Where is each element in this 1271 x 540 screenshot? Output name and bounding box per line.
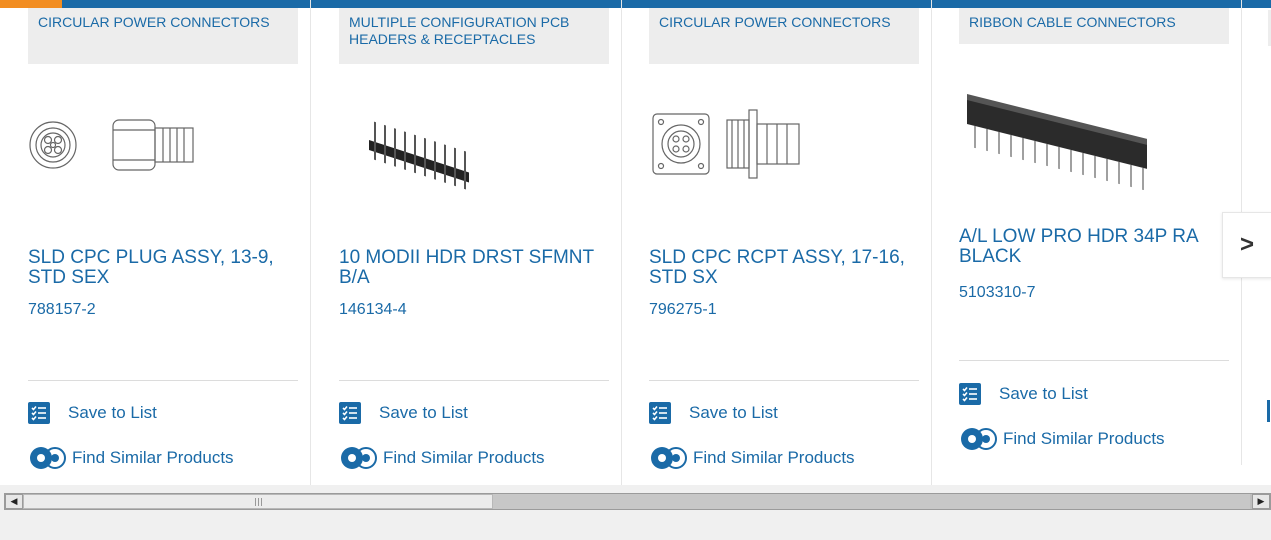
save-to-list-button[interactable]: Save to List — [649, 402, 778, 424]
find-similar-button[interactable]: Find Similar Products — [339, 446, 545, 470]
category-label[interactable]: MULTIPLE CONFIGURATION PCB HEADERS & REC… — [339, 8, 609, 64]
product-card: RIBBON CABLE CONNECTORS A/L LOW PRO HDR … — [931, 0, 1242, 465]
checklist-icon — [339, 402, 361, 424]
chevron-right-icon: > — [1239, 231, 1254, 258]
product-card: MULTIPLE CONFIGURATION PCB HEADERS & REC… — [311, 0, 622, 485]
gears-icon — [959, 427, 999, 451]
ribbon-header-image[interactable] — [959, 70, 1229, 191]
part-number[interactable]: 146134-4 — [339, 301, 407, 319]
similar-label: Find Similar Products — [383, 448, 545, 467]
save-label: Save to List — [68, 403, 157, 422]
product-card: CIRCULAR POWER CONNECTORS SLD CPC PLUG A… — [0, 0, 311, 485]
carousel-next-button[interactable]: > — [1222, 212, 1271, 278]
part-number[interactable]: 788157-2 — [28, 301, 96, 319]
product-title[interactable]: A/L LOW PRO HDR 34P RA BLACK — [959, 227, 1229, 267]
save-label: Save to List — [379, 403, 468, 422]
save-to-list-button[interactable]: Save to List — [339, 402, 468, 424]
similar-label: Find Similar Products — [693, 448, 855, 467]
scrollbar-thumb[interactable] — [23, 494, 493, 509]
category-label[interactable]: CIRCULAR POWER CONNECTORS — [28, 8, 298, 64]
checklist-icon — [28, 402, 50, 424]
save-to-list-button[interactable]: Save to List — [28, 402, 157, 424]
grip-icon — [254, 497, 262, 506]
save-label: Save to List — [689, 403, 778, 422]
horizontal-scrollbar[interactable]: ◀ ▶ — [4, 493, 1271, 510]
pin-header-image[interactable] — [339, 90, 609, 200]
category-label[interactable]: RIBBON CABLE CONNECTORS — [959, 8, 1229, 44]
similar-label: Find Similar Products — [1003, 429, 1165, 448]
gears-icon — [649, 446, 689, 470]
find-similar-button[interactable]: Find Similar Products — [959, 427, 1165, 451]
divider — [959, 360, 1229, 361]
scroll-left-arrow[interactable]: ◀ — [5, 494, 23, 509]
similar-label: Find Similar Products — [72, 448, 234, 467]
checklist-icon — [959, 383, 981, 405]
product-title[interactable]: SLD CPC PLUG ASSY, 13-9, STD SEX — [28, 248, 298, 288]
divider — [649, 380, 919, 381]
category-label[interactable]: CIRCULAR POWER CONNECTORS — [649, 8, 919, 64]
divider — [339, 380, 609, 381]
circular-plug-image[interactable] — [28, 90, 298, 200]
gears-icon — [28, 446, 68, 470]
checklist-icon — [649, 402, 671, 424]
gears-icon — [339, 446, 379, 470]
partial-save-icon — [1267, 400, 1270, 422]
product-card: CIRCULAR POWER CONNECTORS SLD CPC RCPT A… — [621, 0, 932, 485]
find-similar-button[interactable]: Find Similar Products — [649, 446, 855, 470]
circular-receptacle-image[interactable] — [649, 90, 919, 200]
product-carousel: CIRCULAR POWER CONNECTORS SLD CPC PLUG A… — [0, 0, 1271, 485]
save-to-list-button[interactable]: Save to List — [959, 383, 1088, 405]
part-number[interactable]: 796275-1 — [649, 301, 717, 319]
part-number[interactable]: 5103310-7 — [959, 284, 1036, 302]
scroll-right-arrow[interactable]: ▶ — [1252, 494, 1270, 509]
product-title[interactable]: 10 MODII HDR DRST SFMNT B/A — [339, 248, 609, 288]
product-title[interactable]: SLD CPC RCPT ASSY, 17-16, STD SX — [649, 248, 919, 288]
save-label: Save to List — [999, 384, 1088, 403]
divider — [28, 380, 298, 381]
find-similar-button[interactable]: Find Similar Products — [28, 446, 234, 470]
